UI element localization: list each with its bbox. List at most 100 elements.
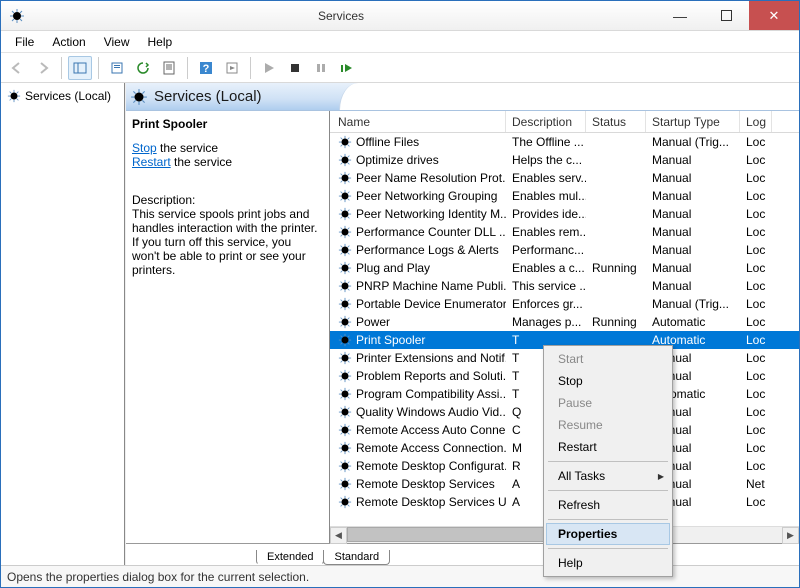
restart-suffix: the service: [171, 155, 232, 169]
service-row[interactable]: Optimize drivesHelps the c...ManualLoc: [330, 151, 799, 169]
gear-icon: [338, 135, 352, 149]
cell-description: Manages p...: [506, 315, 586, 329]
service-row[interactable]: Performance Counter DLL ...Enables rem..…: [330, 223, 799, 241]
pause-service-button[interactable]: [309, 56, 333, 80]
service-row[interactable]: Performance Logs & AlertsPerformanc...Ma…: [330, 241, 799, 259]
menu-view[interactable]: View: [96, 33, 138, 51]
cell-log-on-as: Loc: [740, 297, 772, 311]
forward-icon: [36, 61, 50, 75]
ctx-start[interactable]: Start: [546, 348, 670, 370]
gear-icon: [338, 495, 352, 509]
ctx-properties-label: Properties: [558, 527, 617, 541]
ctx-pause[interactable]: Pause: [546, 392, 670, 414]
gear-icon: [338, 369, 352, 383]
cell-log-on-as: Loc: [740, 495, 772, 509]
stop-service-link[interactable]: Stop: [132, 141, 157, 155]
tab-extended[interactable]: Extended: [256, 550, 324, 565]
service-row[interactable]: Peer Networking GroupingEnables mul...Ma…: [330, 187, 799, 205]
cell-startup-type: Manual: [646, 279, 740, 293]
pause-icon: [315, 62, 327, 74]
service-name-text: Remote Desktop Services: [356, 477, 495, 491]
scroll-right-button[interactable]: ▶: [782, 527, 799, 544]
service-name-text: Plug and Play: [356, 261, 430, 275]
col-startup-type[interactable]: Startup Type: [646, 111, 740, 132]
cell-startup-type: Manual: [646, 243, 740, 257]
service-row[interactable]: Peer Name Resolution Prot...Enables serv…: [330, 169, 799, 187]
menu-help[interactable]: Help: [140, 33, 181, 51]
refresh-button[interactable]: [131, 56, 155, 80]
ctx-separator: [548, 490, 668, 491]
cell-startup-type: Manual: [646, 261, 740, 275]
service-name-text: Peer Name Resolution Prot...: [356, 171, 506, 185]
restart-service-button[interactable]: [335, 56, 359, 80]
gear-icon: [338, 459, 352, 473]
menubar: File Action View Help: [1, 31, 799, 53]
context-menu: Start Stop Pause Resume Restart All Task…: [543, 345, 673, 577]
service-row[interactable]: Peer Networking Identity M...Provides id…: [330, 205, 799, 223]
ctx-all-tasks[interactable]: All Tasks: [546, 465, 670, 487]
cell-log-on-as: Loc: [740, 153, 772, 167]
description-label: Description:: [132, 193, 321, 207]
help-button[interactable]: ?: [194, 56, 218, 80]
col-status[interactable]: Status: [586, 111, 646, 132]
cell-log-on-as: Loc: [740, 315, 772, 329]
ctx-stop[interactable]: Stop: [546, 370, 670, 392]
service-name-text: Program Compatibility Assi...: [356, 387, 506, 401]
tree-node-services-local[interactable]: Services (Local): [3, 87, 122, 105]
view-tabs: Extended Standard: [126, 543, 799, 565]
service-row[interactable]: Offline FilesThe Offline ...Manual (Trig…: [330, 133, 799, 151]
ctx-restart[interactable]: Restart: [546, 436, 670, 458]
properties-button[interactable]: [157, 56, 181, 80]
gear-icon: [338, 189, 352, 203]
ctx-resume[interactable]: Resume: [546, 414, 670, 436]
restart-service-link[interactable]: Restart: [132, 155, 171, 169]
tree-node-label: Services (Local): [25, 89, 111, 103]
gear-icon: [338, 279, 352, 293]
gear-icon: [338, 225, 352, 239]
cell-description: This service ...: [506, 279, 586, 293]
service-row[interactable]: PNRP Machine Name Publi...This service .…: [330, 277, 799, 295]
close-button[interactable]: ✕: [749, 1, 799, 30]
scroll-left-button[interactable]: ◀: [330, 527, 347, 544]
cell-name: PNRP Machine Name Publi...: [332, 279, 506, 293]
minimize-button[interactable]: —: [657, 1, 703, 30]
export-icon: [110, 61, 124, 75]
toolbar-separator: [98, 57, 99, 79]
statusbar: Opens the properties dialog box for the …: [1, 565, 799, 587]
back-button[interactable]: [5, 56, 29, 80]
cell-name: Remote Desktop Services: [332, 477, 506, 491]
cell-startup-type: Manual (Trig...: [646, 135, 740, 149]
export-button[interactable]: [105, 56, 129, 80]
cell-name: Peer Networking Identity M...: [332, 207, 506, 221]
scroll-thumb[interactable]: [347, 527, 573, 542]
cell-name: Remote Access Connection...: [332, 441, 506, 455]
service-row[interactable]: Plug and PlayEnables a c...RunningManual…: [330, 259, 799, 277]
ctx-separator: [548, 548, 668, 549]
ctx-refresh[interactable]: Refresh: [546, 494, 670, 516]
actions-pane: Print Spooler Stop the service Restart t…: [126, 111, 330, 543]
forward-button[interactable]: [31, 56, 55, 80]
col-name[interactable]: Name: [332, 111, 506, 132]
service-row[interactable]: PowerManages p...RunningAutomaticLoc: [330, 313, 799, 331]
ctx-help[interactable]: Help: [546, 552, 670, 574]
service-name-text: Offline Files: [356, 135, 419, 149]
menu-action[interactable]: Action: [44, 33, 93, 51]
menu-file[interactable]: File: [7, 33, 42, 51]
ctx-properties[interactable]: Properties: [546, 523, 670, 545]
col-description[interactable]: Description: [506, 111, 586, 132]
col-log-on-as[interactable]: Log: [740, 111, 772, 132]
stop-service-button[interactable]: [283, 56, 307, 80]
refresh-icon: [136, 61, 150, 75]
start-service-button[interactable]: [257, 56, 281, 80]
action-button[interactable]: [220, 56, 244, 80]
maximize-button[interactable]: [703, 1, 749, 30]
pane-header: Services (Local): [126, 83, 799, 111]
cell-name: Peer Networking Grouping: [332, 189, 506, 203]
cell-description: Enforces gr...: [506, 297, 586, 311]
show-hide-tree-button[interactable]: [68, 56, 92, 80]
cell-log-on-as: Loc: [740, 387, 772, 401]
service-row[interactable]: Portable Device Enumerator...Enforces gr…: [330, 295, 799, 313]
cell-name: Printer Extensions and Notif...: [332, 351, 506, 365]
gear-icon: [338, 171, 352, 185]
tab-standard[interactable]: Standard: [323, 550, 390, 565]
